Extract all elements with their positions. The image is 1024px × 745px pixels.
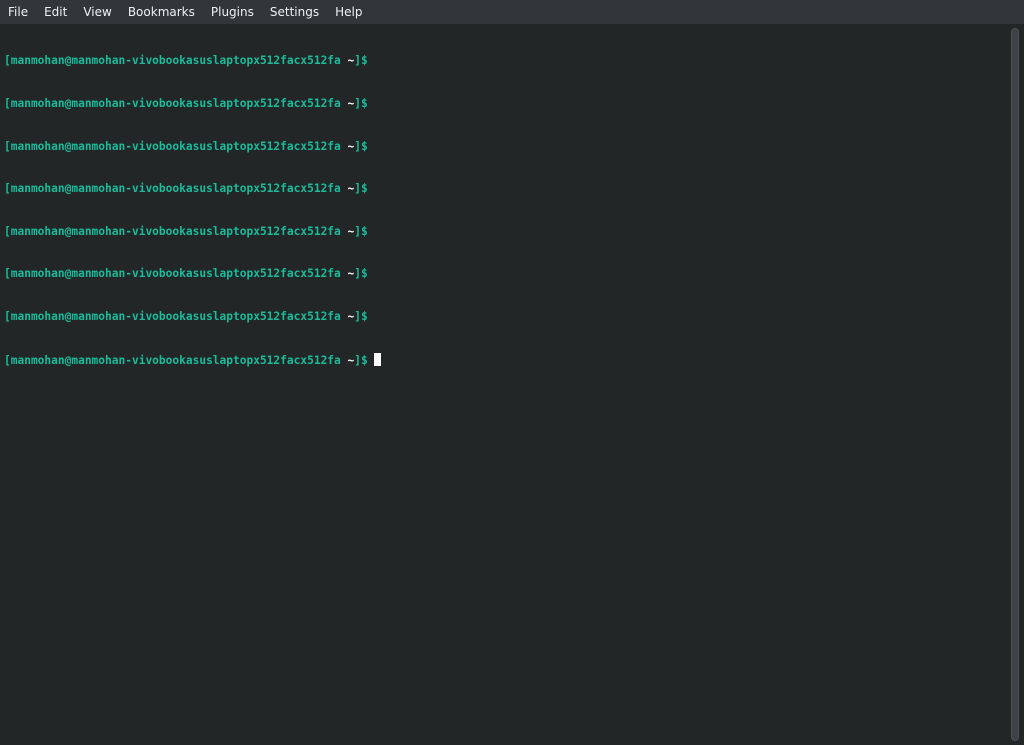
prompt-line: [manmohan@manmohan-vivobookasuslaptopx51… xyxy=(4,267,1004,281)
prompt-end: ]$ xyxy=(354,54,368,68)
prompt-dir: ~ xyxy=(340,139,355,153)
prompt-dir: ~ xyxy=(340,224,355,238)
prompt-dir: ~ xyxy=(340,182,355,196)
menu-bookmarks[interactable]: Bookmarks xyxy=(120,0,203,24)
prompt-end: ]$ xyxy=(354,353,368,367)
prompt-user-host: [manmohan@manmohan-vivobookasuslaptopx51… xyxy=(4,139,341,153)
terminal-window: File Edit View Bookmarks Plugins Setting… xyxy=(0,0,1024,745)
prompt-line-active: [manmohan@manmohan-vivobookasuslaptopx51… xyxy=(4,352,1004,367)
terminal-lines: [manmohan@manmohan-vivobookasuslaptopx51… xyxy=(0,24,1004,395)
prompt-line: [manmohan@manmohan-vivobookasuslaptopx51… xyxy=(4,97,1004,111)
menu-edit[interactable]: Edit xyxy=(36,0,75,24)
menu-help[interactable]: Help xyxy=(327,0,370,24)
prompt-end: ]$ xyxy=(354,139,368,153)
prompt-user-host: [manmohan@manmohan-vivobookasuslaptopx51… xyxy=(4,97,341,110)
text-cursor xyxy=(373,352,381,366)
prompt-end: ]$ xyxy=(354,309,368,323)
prompt-line: [manmohan@manmohan-vivobookasuslaptopx51… xyxy=(4,225,1004,239)
prompt-user-host: [manmohan@manmohan-vivobookasuslaptopx51… xyxy=(4,309,341,323)
menu-settings[interactable]: Settings xyxy=(262,0,327,24)
prompt-dir: ~ xyxy=(340,267,355,281)
prompt-user-host: [manmohan@manmohan-vivobookasuslaptopx51… xyxy=(4,267,341,281)
prompt-dir: ~ xyxy=(340,97,355,110)
prompt-end: ]$ xyxy=(354,97,368,110)
prompt-user-host: [manmohan@manmohan-vivobookasuslaptopx51… xyxy=(4,224,341,238)
menu-view[interactable]: View xyxy=(75,0,119,24)
prompt-user-host: [manmohan@manmohan-vivobookasuslaptopx51… xyxy=(4,54,341,68)
prompt-dir: ~ xyxy=(340,309,355,323)
prompt-line: [manmohan@manmohan-vivobookasuslaptopx51… xyxy=(4,182,1004,196)
prompt-line: [manmohan@manmohan-vivobookasuslaptopx51… xyxy=(4,140,1004,154)
prompt-end: ]$ xyxy=(354,267,368,281)
scrollbar-handle[interactable] xyxy=(1012,29,1018,740)
prompt-line: [manmohan@manmohan-vivobookasuslaptopx51… xyxy=(4,54,1004,68)
prompt-user-host: [manmohan@manmohan-vivobookasuslaptopx51… xyxy=(4,353,341,367)
prompt-end: ]$ xyxy=(354,224,368,238)
terminal-output[interactable]: [manmohan@manmohan-vivobookasuslaptopx51… xyxy=(0,24,1004,745)
prompt-end: ]$ xyxy=(354,182,368,196)
menu-file[interactable]: File xyxy=(0,0,36,24)
prompt-dir: ~ xyxy=(340,353,355,367)
prompt-line: [manmohan@manmohan-vivobookasuslaptopx51… xyxy=(4,310,1004,324)
menubar: File Edit View Bookmarks Plugins Setting… xyxy=(0,0,1024,24)
menu-plugins[interactable]: Plugins xyxy=(203,0,262,24)
vertical-scrollbar[interactable] xyxy=(1006,24,1024,745)
prompt-user-host: [manmohan@manmohan-vivobookasuslaptopx51… xyxy=(4,182,341,196)
prompt-dir: ~ xyxy=(340,54,355,68)
